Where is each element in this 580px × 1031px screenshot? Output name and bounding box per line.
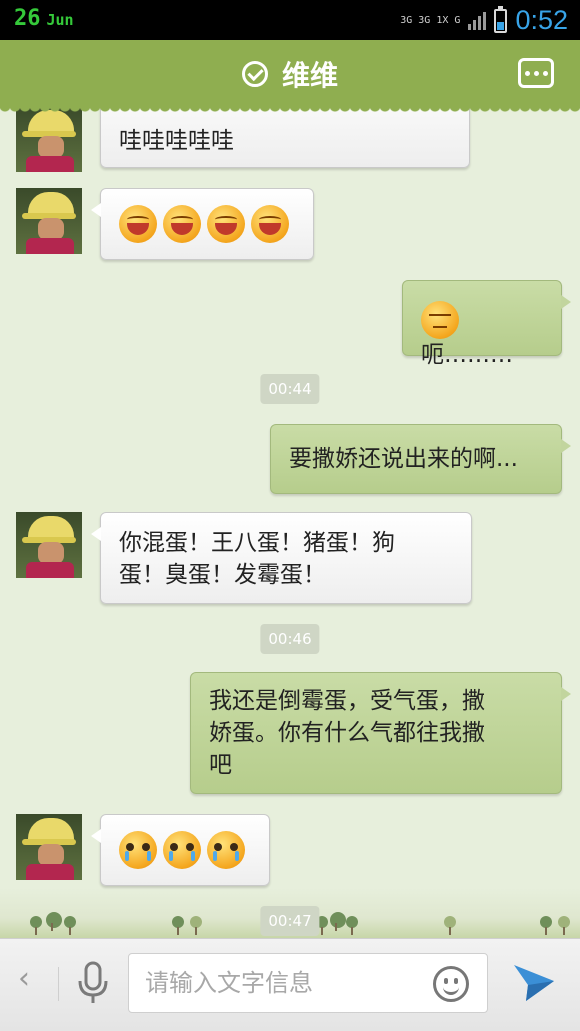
laughing-emoji-icon [207,205,245,243]
network-label-3g: 3G [400,14,413,26]
message-bubble-incoming[interactable]: 你混蛋！王八蛋！猪蛋！狗 蛋！臭蛋！发霉蛋！ [91,512,472,604]
speechless-emoji-icon [421,301,459,339]
message-timestamp: 00:46 [260,624,320,654]
message-bubble-outgoing[interactable]: 我还是倒霉蛋，受气蛋，撒 娇蛋。你有什么气都往我撒 吧 [190,672,571,794]
network-labels: 3G 3G 1X G [400,14,461,26]
laughing-emoji-icon [251,205,289,243]
chat-title: 维维 [281,59,338,92]
network-label-g: G [454,14,461,26]
message-bubble-outgoing[interactable]: 要撒娇还说出来的啊... [270,424,571,494]
crying-emoji-icon [119,831,157,869]
message-timestamp: 00:47 [260,906,320,936]
contact-avatar[interactable] [16,512,82,578]
crying-emoji-icon [163,831,201,869]
laughing-emoji-icon [163,205,201,243]
contact-avatar[interactable] [16,188,82,254]
message-text: 呃……… [421,342,513,368]
crying-emoji-icon [207,831,245,869]
message-list[interactable]: 哇哇哇哇哇 呃……… 00:44 要撒娇还说出来的啊... 你混蛋！王八蛋！猪蛋… [0,108,580,938]
chat-header: 维维 [0,40,580,114]
message-bubble-incoming[interactable]: 哇哇哇哇哇 [100,108,470,168]
laughing-emoji-icon [119,205,157,243]
message-bubble-incoming[interactable] [91,188,314,260]
signal-icon [468,11,487,30]
chevron-left-icon[interactable]: ‹ [18,964,34,994]
more-options-button[interactable] [518,58,554,88]
battery-icon [494,5,508,33]
message-input-box[interactable] [128,953,488,1013]
message-text-line: 娇蛋。你有什么气都往我撒 [209,720,485,746]
message-text-line: 蛋！臭蛋！发霉蛋！ [119,562,326,588]
message-bubble-incoming[interactable] [91,814,270,886]
message-text-line: 你混蛋！王八蛋！猪蛋！狗 [119,530,395,556]
status-time: 0:52 [515,5,568,35]
message-text-line: 我还是倒霉蛋，受气蛋，撒 [209,688,485,714]
message-text: 要撒娇还说出来的啊... [289,446,518,472]
microphone-icon[interactable] [76,961,110,1005]
message-input[interactable] [145,966,415,1000]
divider [58,967,59,1001]
status-date: 26 Jun [14,6,74,31]
check-circle-icon [241,61,268,87]
status-date-day: 26 [14,6,41,31]
ellipsis-icon [524,70,530,76]
message-text-line: 吧 [209,752,232,778]
status-date-month: Jun [46,11,74,29]
send-icon[interactable] [512,963,556,1003]
contact-avatar[interactable] [16,814,82,880]
message-text: 哇哇哇哇哇 [119,128,234,154]
input-bar: ‹ [0,938,580,1031]
status-icons: 3G 3G 1X G 0:52 [400,5,568,36]
message-bubble-outgoing[interactable]: 呃……… [402,280,571,368]
smiley-icon[interactable] [433,966,469,1002]
status-bar: 26 Jun 3G 3G 1X G 0:52 [0,0,580,40]
network-label-3g1x: 3G 1X [418,14,449,26]
message-timestamp: 00:44 [260,374,320,404]
contact-avatar[interactable] [16,108,82,172]
